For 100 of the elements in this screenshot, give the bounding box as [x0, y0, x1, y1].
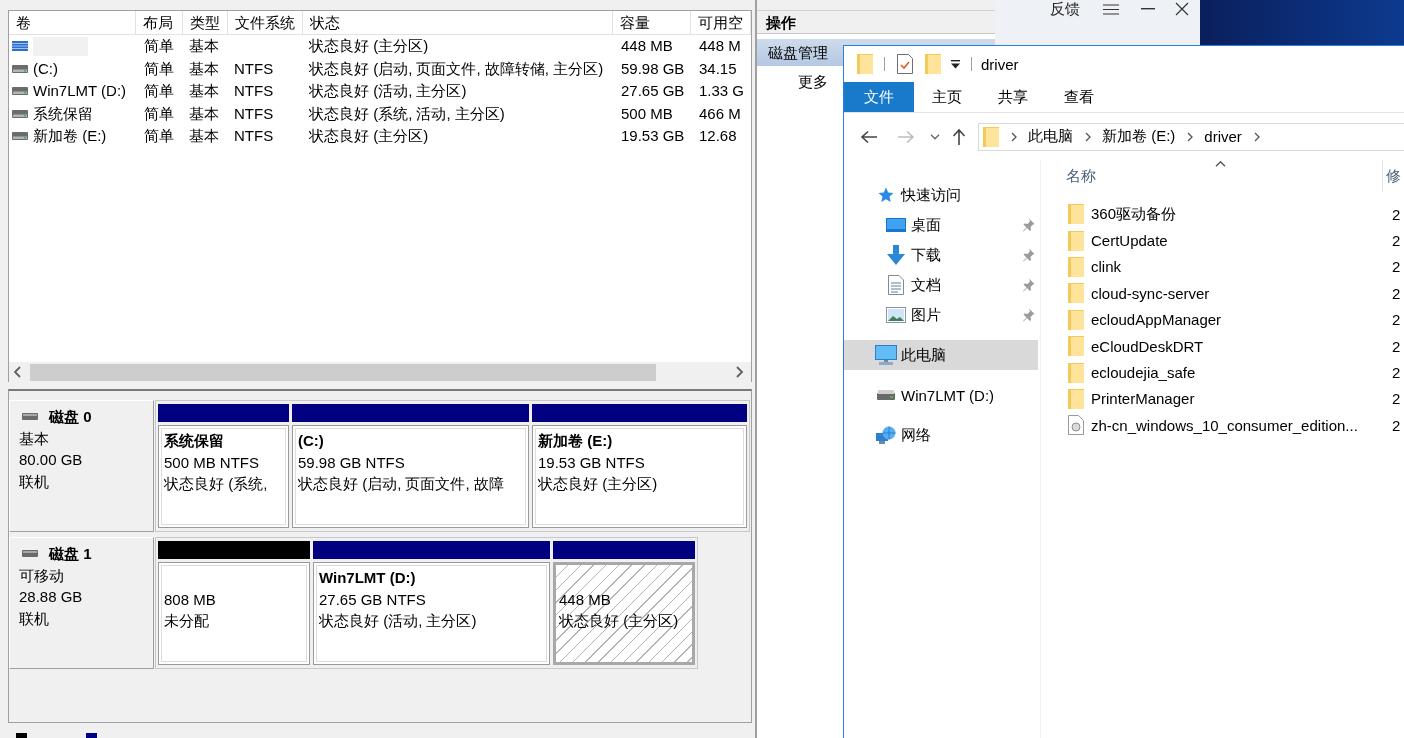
table-cell: NTFS [234, 59, 274, 77]
scrollbar-thumb[interactable] [30, 363, 656, 381]
file-name[interactable]: zh-cn_windows_10_consumer_edition... [1068, 415, 1358, 436]
file-name[interactable]: ecloudejia_safe [1068, 362, 1196, 383]
nav-item[interactable]: 快速访问 [844, 180, 1038, 210]
chevron-icon[interactable] [1085, 131, 1091, 142]
table-cell: 19.53 GB [621, 127, 685, 144]
window-title: driver [981, 55, 1019, 73]
breadcrumb-item[interactable]: 新加卷 (E:) [1102, 127, 1176, 146]
file-name[interactable]: eCloudDeskDRT [1068, 336, 1204, 357]
nav-item[interactable]: 下载 [844, 240, 1021, 270]
striped-volume-icon [12, 41, 28, 52]
breadcrumb-item[interactable]: 此电脑 [1028, 127, 1073, 146]
column-header[interactable]: 修 [1383, 160, 1404, 192]
column-header[interactable]: 名称 [1041, 160, 1383, 192]
nav-item[interactable]: 此电脑 [844, 340, 1038, 370]
table-cell: 12.68 [699, 127, 737, 144]
nav-item[interactable]: 文档 [844, 270, 1021, 300]
nav-item[interactable]: 网络 [844, 420, 1038, 450]
back-arrow-icon[interactable] [860, 129, 878, 144]
pin-icon[interactable] [1023, 308, 1035, 322]
ribbon-tab[interactable]: 查看 [1046, 82, 1112, 112]
disk-name: 磁盘 0 [49, 407, 92, 427]
table-cell: 2 [1392, 205, 1401, 223]
page-check-icon[interactable] [897, 54, 913, 74]
column-header[interactable]: 文件系统 [228, 11, 303, 35]
table-cell: 简单 [144, 59, 174, 77]
table-cell: NTFS [234, 82, 274, 99]
table-cell-text: Win7LMT (D:) [33, 81, 127, 101]
scroll-right-icon[interactable] [736, 366, 744, 378]
chevron-icon[interactable] [1253, 131, 1260, 142]
table-cell: 简单 [144, 127, 174, 144]
table-cell: 简单 [144, 82, 174, 99]
column-header[interactable]: 容量 [613, 11, 691, 35]
column-header[interactable]: 可用空 [691, 11, 751, 35]
table-cell: 状态良好 (系统, 活动, 主分区) [309, 104, 505, 122]
drive-icon [12, 109, 28, 118]
column-header[interactable]: 类型 [183, 11, 228, 35]
partition-status: 状态良好 (主分区) [538, 474, 658, 494]
partition-status: 状态良好 (主分区) [559, 611, 679, 631]
column-header[interactable]: 布局 [136, 11, 183, 35]
drive-icon [12, 64, 28, 73]
caret-icon[interactable] [930, 133, 940, 140]
table-cell: 基本 [189, 82, 219, 99]
file-name[interactable]: 360驱动备份 [1068, 204, 1177, 225]
partition-name: Win7LMT (D:) [319, 568, 416, 588]
file-name[interactable]: CertUpdate [1068, 230, 1168, 251]
disk-size: 80.00 GB [19, 450, 83, 470]
folder-icon [1068, 204, 1084, 225]
action-link[interactable]: 更多 [798, 71, 828, 93]
table-cell: 2 [1392, 258, 1401, 276]
nav-item[interactable]: Win7LMT (D:) [844, 380, 1038, 410]
table-cell: 448 M [699, 37, 741, 54]
ribbon-tab[interactable]: 共享 [980, 82, 1046, 112]
table-cell: 2 [1392, 232, 1401, 250]
table-cell-text: 新加卷 (E:) [33, 126, 107, 146]
sort-caret-icon[interactable] [1215, 161, 1226, 167]
chevron-icon[interactable] [1011, 131, 1017, 142]
dropdown-icon[interactable] [951, 59, 960, 69]
disk-status: 联机 [19, 608, 49, 629]
file-name[interactable]: PrinterManager [1068, 388, 1195, 409]
table-cell: 2 [1392, 364, 1401, 382]
pin-icon[interactable] [1023, 248, 1035, 262]
table-cell: NTFS [234, 127, 274, 144]
ribbon-tab[interactable]: 主页 [914, 82, 980, 112]
folder-icon [1068, 309, 1084, 330]
document-icon [888, 275, 904, 295]
column-header[interactable]: 状态 [303, 11, 613, 35]
ribbon-tab[interactable]: 文件 [844, 82, 914, 112]
drive-icon [12, 132, 28, 141]
table-cell: 2 [1392, 311, 1401, 329]
address-bar[interactable]: 此电脑 新加卷 (E:) driver [978, 122, 1404, 151]
chevron-icon[interactable] [1187, 131, 1194, 142]
close-icon[interactable] [1175, 2, 1189, 16]
feedback-label[interactable]: 反馈 [1050, 0, 1080, 18]
folder-icon [1068, 362, 1084, 383]
menu-icon[interactable] [1103, 3, 1119, 15]
folder-icon [1068, 230, 1084, 251]
up-arrow-icon[interactable] [952, 127, 966, 146]
horizontal-scrollbar[interactable] [9, 362, 751, 382]
picture-icon [886, 307, 906, 323]
partition-name: 新加卷 (E:) [538, 431, 613, 451]
minimize-icon[interactable] [1141, 8, 1155, 10]
scroll-left-icon[interactable] [13, 366, 21, 378]
breadcrumb-item[interactable]: driver [1204, 128, 1242, 145]
partition-size: 808 MB [164, 589, 216, 610]
disk-size: 28.88 GB [19, 587, 83, 607]
column-header[interactable]: 卷 [9, 11, 136, 35]
table-cell-text: (C:) [33, 58, 58, 79]
nav-item[interactable]: 桌面 [844, 210, 1021, 240]
file-name[interactable]: clink [1068, 256, 1121, 277]
pin-icon[interactable] [1023, 218, 1035, 232]
star-icon [878, 187, 894, 203]
table-cell: 2 [1392, 390, 1401, 408]
file-name[interactable]: ecloudAppManager [1068, 309, 1222, 330]
pin-icon[interactable] [1023, 278, 1035, 292]
nav-item[interactable]: 图片 [844, 300, 1021, 330]
table-cell: 59.98 GB [621, 59, 685, 77]
file-name[interactable]: cloud-sync-server [1068, 283, 1210, 304]
disk-drive-icon [22, 413, 38, 421]
